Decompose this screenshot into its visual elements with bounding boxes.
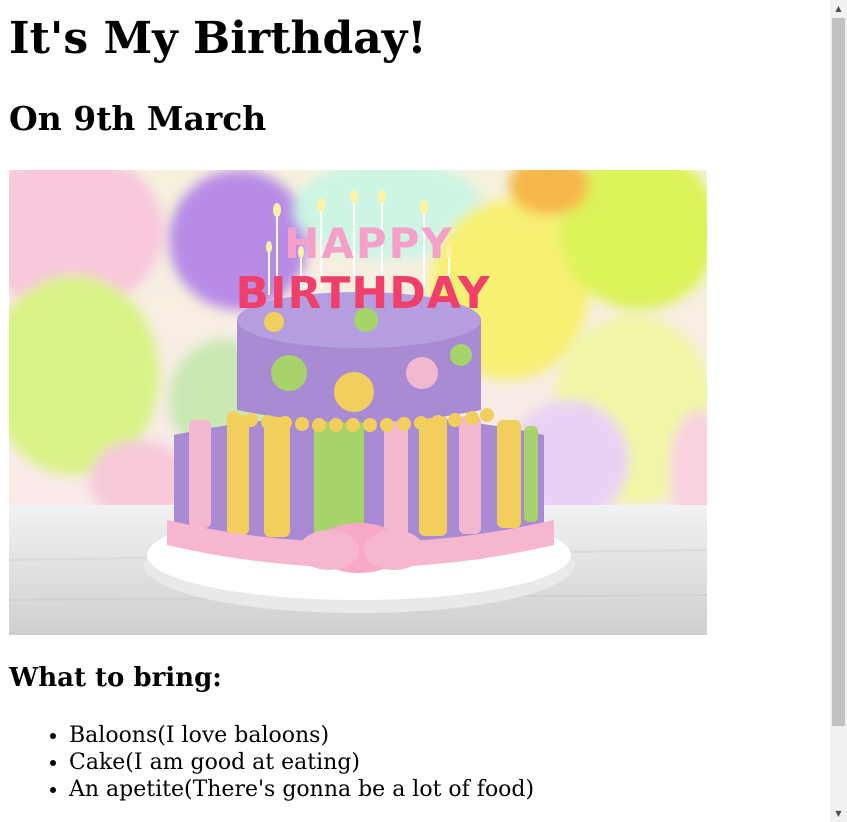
scrollbar-thumb[interactable] <box>832 18 845 726</box>
topper-birthday-text: BIRTHDAY <box>236 268 491 319</box>
scroll-down-arrow-icon[interactable]: ▼ <box>830 805 847 822</box>
vertical-scrollbar[interactable]: ▲ ▼ <box>830 0 847 822</box>
scroll-up-arrow-icon[interactable]: ▲ <box>830 0 847 17</box>
list-item: Baloons(I love baloons) <box>69 722 534 749</box>
topper-happy-text: HAPPY <box>284 219 454 268</box>
page-title: It's My Birthday! <box>9 13 427 64</box>
birthday-cake-image: HAPPY BIRTHDAY <box>9 170 707 635</box>
list-item: Cake(I am good at eating) <box>69 749 534 776</box>
what-to-bring-heading: What to bring: <box>9 663 222 693</box>
event-date: On 9th March <box>9 99 267 138</box>
list-item: An apetite(There's gonna be a lot of foo… <box>69 776 534 803</box>
cake-bottom-tier <box>167 410 554 573</box>
bring-list: Baloons(I love baloons) Cake(I am good a… <box>9 722 534 803</box>
